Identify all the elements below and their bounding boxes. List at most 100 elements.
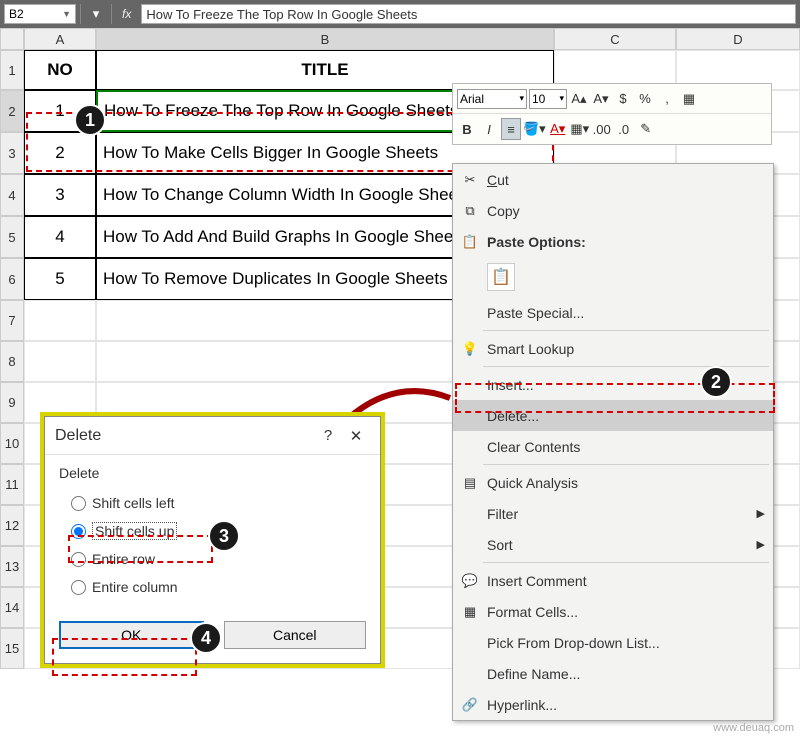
col-header-C[interactable]: C — [554, 28, 676, 50]
italic-button[interactable]: I — [479, 118, 499, 140]
paste-special-label: Paste Special... — [487, 305, 584, 321]
cell-A4[interactable]: 3 — [24, 174, 96, 216]
separator — [80, 4, 81, 24]
step-badge-2: 2 — [700, 366, 732, 398]
menu-paste-special[interactable]: Paste Special... — [453, 297, 773, 328]
row-header-11[interactable]: 11 — [0, 464, 24, 505]
smart-lookup-label: Smart Lookup — [487, 341, 574, 357]
dialog-group-label: Delete — [59, 465, 366, 481]
radio-shift-left[interactable]: Shift cells left — [71, 489, 366, 517]
close-button[interactable]: ✕ — [342, 427, 370, 445]
row-header-1[interactable]: 1 — [0, 50, 24, 90]
copy-icon: ⧉ — [461, 202, 479, 220]
menu-cut[interactable]: ✂Cut — [453, 164, 773, 195]
dropdown-icon[interactable]: ▾ — [85, 3, 107, 25]
cell-A3[interactable]: 2 — [24, 132, 96, 174]
help-button[interactable]: ? — [314, 427, 342, 444]
row-header-2[interactable]: 2 — [0, 90, 24, 132]
mini-toolbar: Arial▾ 10▾ A▴ A▾ $ % , ▦ B I ≡ 🪣▾ A▾ ▦▾ … — [452, 83, 772, 145]
cell-A8[interactable] — [24, 341, 96, 382]
ok-button[interactable]: OK — [59, 621, 204, 649]
submenu-arrow-icon: ▶ — [757, 538, 765, 551]
percent-icon[interactable]: % — [635, 88, 655, 110]
radio-entire-column[interactable]: Entire column — [71, 573, 366, 601]
font-size: 10 — [532, 92, 545, 106]
sort-label: Sort — [487, 537, 513, 553]
row-header-14[interactable]: 14 — [0, 587, 24, 628]
separator — [111, 4, 112, 24]
currency-icon[interactable]: $ — [613, 88, 633, 110]
paste-button[interactable]: 📋 — [487, 263, 515, 291]
menu-smart-lookup[interactable]: 💡 Smart Lookup — [453, 333, 773, 364]
row-header-10[interactable]: 10 — [0, 423, 24, 464]
column-headers: ABCD — [24, 28, 800, 50]
format-painter-icon[interactable]: ✎ — [636, 118, 656, 140]
fill-color-icon[interactable]: 🪣▾ — [523, 118, 546, 140]
cancel-button[interactable]: Cancel — [224, 621, 367, 649]
bold-button[interactable]: B — [457, 118, 477, 140]
dialog-titlebar: Delete ? ✕ — [45, 417, 380, 455]
name-box[interactable]: B2 ▼ — [4, 4, 76, 24]
cell-A5[interactable]: 4 — [24, 216, 96, 258]
chevron-down-icon[interactable]: ▼ — [62, 9, 71, 19]
dialog-title: Delete — [55, 427, 101, 445]
paste-options-label: Paste Options: — [487, 234, 586, 250]
cell-A7[interactable] — [24, 300, 96, 341]
menu-clear-contents[interactable]: Clear Contents — [453, 431, 773, 462]
cell-A6[interactable]: 5 — [24, 258, 96, 300]
menu-paste-options-header: 📋 Paste Options: — [453, 226, 773, 257]
font-selector[interactable]: Arial▾ — [457, 89, 527, 109]
row-header-13[interactable]: 13 — [0, 546, 24, 587]
formula-bar-row: B2 ▼ ▾ fx How To Freeze The Top Row In G… — [0, 0, 800, 28]
col-header-D[interactable]: D — [676, 28, 800, 50]
menu-copy[interactable]: ⧉Copy — [453, 195, 773, 226]
watermark: www.deuaq.com — [713, 722, 794, 734]
row-header-12[interactable]: 12 — [0, 505, 24, 546]
fx-label[interactable]: fx — [116, 7, 137, 21]
font-color-icon[interactable]: A▾ — [548, 118, 568, 140]
lightbulb-icon: 💡 — [461, 340, 479, 358]
decrease-decimal-icon[interactable]: .0 — [614, 118, 634, 140]
col-header-A[interactable]: A — [24, 28, 96, 50]
decrease-font-icon[interactable]: A▾ — [591, 88, 611, 110]
table-format-icon[interactable]: ▦ — [679, 88, 699, 110]
font-size-selector[interactable]: 10▾ — [529, 89, 567, 109]
menu-hyperlink[interactable]: 🔗Hyperlink... — [453, 689, 773, 720]
menu-delete[interactable]: Delete... — [453, 400, 773, 431]
borders-icon[interactable]: ▦▾ — [570, 118, 590, 140]
menu-filter[interactable]: Filter▶ — [453, 498, 773, 529]
increase-decimal-icon[interactable]: .00 — [592, 118, 612, 140]
align-button[interactable]: ≡ — [501, 118, 521, 140]
scissors-icon: ✂ — [461, 171, 479, 189]
step-badge-1: 1 — [74, 104, 106, 136]
row-header-9[interactable]: 9 — [0, 382, 24, 423]
row-header-5[interactable]: 5 — [0, 216, 24, 258]
menu-pick-dropdown[interactable]: Pick From Drop-down List... — [453, 627, 773, 658]
row-header-3[interactable]: 3 — [0, 132, 24, 174]
pick-label: Pick From Drop-down List... — [487, 635, 660, 651]
menu-format-cells[interactable]: ▦Format Cells... — [453, 596, 773, 627]
format-cells-label: Format Cells... — [487, 604, 578, 620]
row-header-8[interactable]: 8 — [0, 341, 24, 382]
increase-font-icon[interactable]: A▴ — [569, 88, 589, 110]
select-all-corner[interactable] — [0, 28, 24, 50]
clipboard-icon: 📋 — [461, 233, 479, 251]
cell-A1[interactable]: NO — [24, 50, 96, 90]
comment-icon: 💬 — [461, 572, 479, 590]
menu-sort[interactable]: Sort ▶ — [453, 529, 773, 560]
step-badge-4: 4 — [190, 622, 222, 654]
menu-insert-comment[interactable]: 💬Insert Comment — [453, 565, 773, 596]
formula-bar[interactable]: How To Freeze The Top Row In Google Shee… — [141, 4, 796, 24]
col-header-B[interactable]: B — [96, 28, 554, 50]
row-header-6[interactable]: 6 — [0, 258, 24, 300]
row-header-7[interactable]: 7 — [0, 300, 24, 341]
name-box-value: B2 — [9, 7, 24, 21]
row-header-4[interactable]: 4 — [0, 174, 24, 216]
comma-icon[interactable]: , — [657, 88, 677, 110]
row-headers: 123456789101112131415 — [0, 50, 24, 669]
menu-quick-analysis[interactable]: ▤Quick Analysis — [453, 467, 773, 498]
menu-separator — [483, 562, 769, 563]
menu-define-name[interactable]: Define Name... — [453, 658, 773, 689]
row-header-15[interactable]: 15 — [0, 628, 24, 669]
opt-shift-up-label: Shift cells up — [92, 522, 177, 540]
